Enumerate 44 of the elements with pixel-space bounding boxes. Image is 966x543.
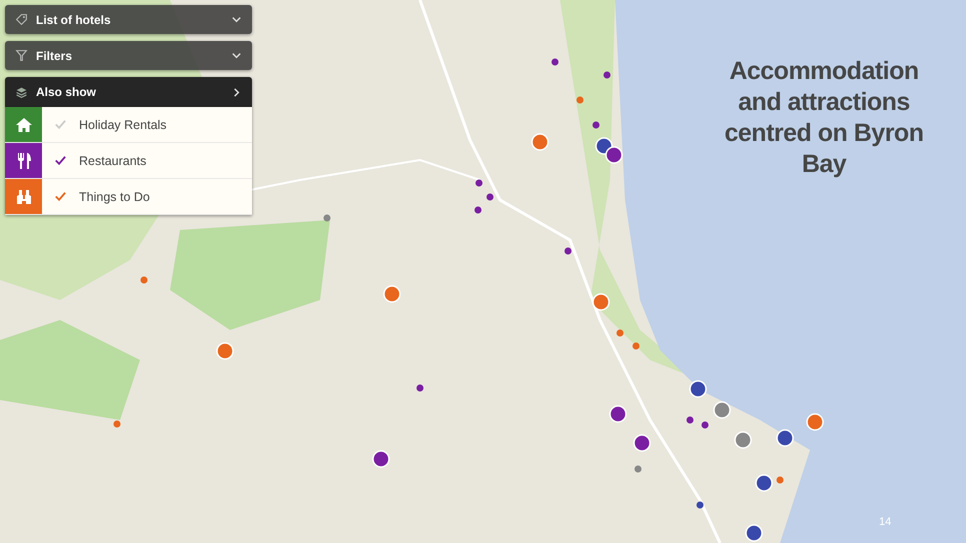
filter-icon: [15, 49, 28, 62]
layer-option[interactable]: Things to Do: [42, 179, 252, 214]
map-dot-icon[interactable]: [702, 422, 708, 428]
map-dot-icon[interactable]: [324, 214, 330, 222]
map-dot-icon[interactable]: [114, 420, 120, 428]
map-dot-icon[interactable]: [686, 416, 694, 424]
also-show-header[interactable]: Also show: [5, 77, 252, 107]
map-dot-icon[interactable]: [634, 466, 642, 472]
layer-option[interactable]: Restaurants: [42, 143, 252, 178]
dropdown-header[interactable]: Filters: [5, 41, 252, 70]
map-marker-icon[interactable]: [633, 434, 651, 452]
map-dot-icon[interactable]: [776, 476, 784, 484]
map-marker-icon[interactable]: [776, 429, 794, 447]
map-marker-icon[interactable]: [806, 413, 824, 431]
map-dot-icon[interactable]: [604, 72, 610, 78]
map-dot-icon[interactable]: [486, 194, 494, 200]
map-marker-icon[interactable]: [755, 474, 773, 492]
map-dot-icon[interactable]: [616, 330, 624, 336]
layers-icon: [15, 86, 28, 98]
map-dot-icon[interactable]: [552, 58, 558, 66]
map-dot-icon[interactable]: [476, 180, 482, 186]
map-dot-icon[interactable]: [696, 502, 704, 508]
map-marker-icon[interactable]: [216, 342, 234, 360]
map-marker-icon[interactable]: [689, 380, 707, 398]
map-dot-icon[interactable]: [632, 342, 640, 350]
map-dot-icon[interactable]: [564, 248, 572, 254]
slide-title: Accommodation and attractions centred on Byron Bay: [724, 56, 924, 180]
map-dot-icon[interactable]: [474, 206, 482, 214]
map-marker-icon[interactable]: [734, 431, 752, 449]
map-marker-icon[interactable]: [372, 450, 390, 468]
page-number: 14: [879, 516, 892, 528]
map-dot-icon[interactable]: [140, 276, 148, 284]
map-dot-icon[interactable]: [592, 122, 600, 128]
map-marker-icon[interactable]: [605, 146, 623, 164]
map-marker-icon[interactable]: [713, 401, 731, 419]
map-marker-icon[interactable]: [745, 524, 763, 542]
tag-icon: [15, 13, 28, 26]
map-marker-icon[interactable]: [531, 133, 549, 151]
map-marker-icon[interactable]: [383, 285, 401, 303]
map-dot-icon[interactable]: [416, 384, 424, 392]
map-marker-icon[interactable]: [609, 405, 627, 423]
layer-option[interactable]: Holiday Rentals: [42, 107, 252, 142]
map-dot-icon[interactable]: [576, 96, 584, 104]
dropdown-header[interactable]: List of hotels: [5, 5, 252, 34]
